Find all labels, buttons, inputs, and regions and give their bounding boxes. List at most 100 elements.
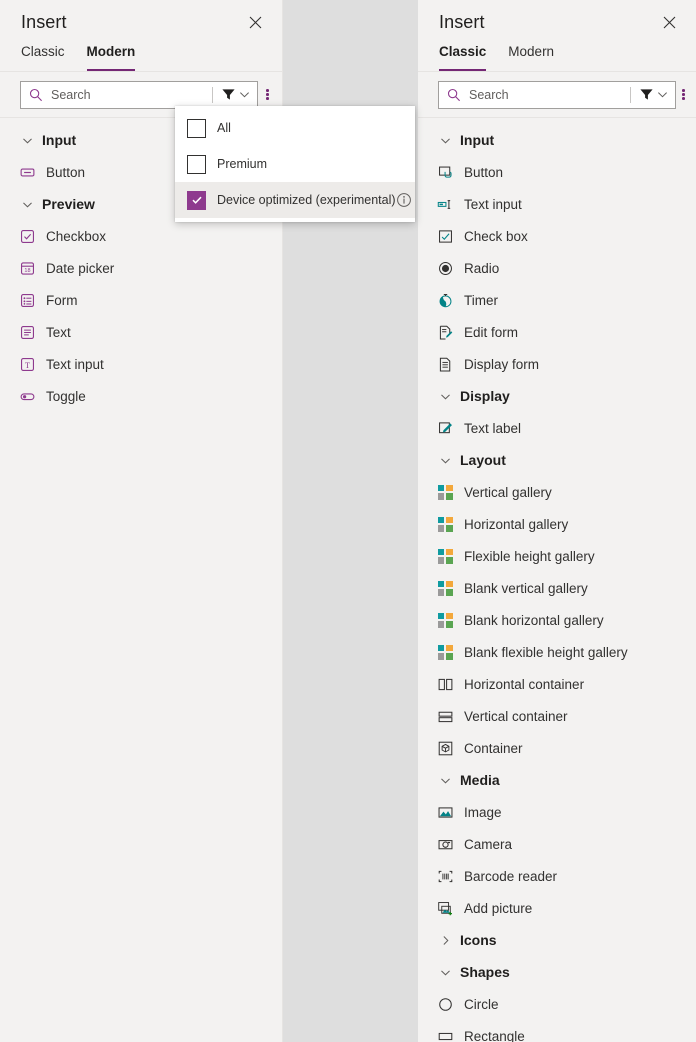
gallery-grid [438,517,453,532]
tab-modern[interactable]: Modern [87,44,136,71]
list-item-toggle[interactable]: Toggle [0,380,282,412]
chevron-down-icon-right [657,89,668,100]
filter-checkbox[interactable] [187,155,206,174]
list-item-label: Toggle [46,389,86,404]
gallery-grid [438,485,453,500]
list-item-text[interactable]: Text [0,316,282,348]
chevron-down-icon [434,775,456,786]
list-item-rectangle[interactable]: Rectangle [418,1020,696,1042]
chevron-down-icon [16,199,38,210]
search-input-right[interactable] [469,88,630,102]
edit-form-icon [434,322,456,342]
list-item-circle[interactable]: Circle [418,988,696,1020]
filter-option-all[interactable]: All [175,110,415,146]
toggle-icon [16,386,38,406]
group-header-icons[interactable]: Icons [418,924,696,956]
search-icon-right [439,88,469,102]
list-item-checkbox[interactable]: Checkbox [0,220,282,252]
list-item-blank-flexible-height-gallery[interactable]: Blank flexible height gallery [418,636,696,668]
list-item-label: Circle [464,997,499,1012]
group-label: Media [460,772,500,788]
info-icon[interactable] [396,192,412,208]
filter-checkbox[interactable] [187,119,206,138]
list-item-label: Text label [464,421,521,436]
list-item-label: Flexible height gallery [464,549,595,564]
list-item-text-label[interactable]: Text label [418,412,696,444]
chevron-down-icon [434,455,456,466]
gallery-icon [434,514,456,534]
camera-icon [434,834,456,854]
vertical-container-icon [434,706,456,726]
filter-checkbox[interactable] [187,191,206,210]
add-picture-icon [434,898,456,918]
text-icon [16,322,38,342]
list-item-text-input[interactable]: TText input [0,348,282,380]
chevron-down-icon [434,391,456,402]
button-icon [16,162,38,182]
list-item-label: Button [464,165,503,180]
list-item-flexible-height-gallery[interactable]: Flexible height gallery [418,540,696,572]
timer-icon [434,290,456,310]
list-item-add-picture[interactable]: Add picture [418,892,696,924]
list-item-date-picker[interactable]: 18Date picker [0,252,282,284]
list-item-label: Check box [464,229,528,244]
list-item-label: Text [46,325,71,340]
filter-option-device-optimized-experimental[interactable]: Device optimized (experimental) [175,182,415,218]
gallery-grid [438,645,453,660]
list-item-label: Edit form [464,325,518,340]
search-box[interactable] [20,81,258,109]
chevron-down-icon [16,135,38,146]
panel-header-right: Insert [418,0,696,44]
list-item-button[interactable]: Button [418,156,696,188]
list-item-image[interactable]: Image [418,796,696,828]
list-item-horizontal-container[interactable]: Horizontal container [418,668,696,700]
filter-button-right[interactable] [631,82,675,108]
more-commands-button-right[interactable] [679,81,688,109]
list-item-camera[interactable]: Camera [418,828,696,860]
list-item-label: Radio [464,261,499,276]
tab-classic-right[interactable]: Classic [439,44,486,71]
search-box-right[interactable] [438,81,676,109]
list-item-horizontal-gallery[interactable]: Horizontal gallery [418,508,696,540]
filter-dropdown-menu[interactable]: All PremiumDevice optimized (experimental… [175,106,415,222]
group-header-display[interactable]: Display [418,380,696,412]
group-label: Input [42,132,76,148]
filter-option-premium[interactable]: Premium [175,146,415,182]
list-item-text-input[interactable]: Text input [418,188,696,220]
circle-icon [434,994,456,1014]
list-item-label: Text input [464,197,522,212]
list-item-label: Blank flexible height gallery [464,645,628,660]
list-item-label: Date picker [46,261,114,276]
container-icon [434,738,456,758]
list-item-display-form[interactable]: Display form [418,348,696,380]
text-label-icon [434,418,456,438]
close-icon-right[interactable] [656,9,682,35]
chevron-down-icon [434,135,456,146]
group-header-layout[interactable]: Layout [418,444,696,476]
close-icon[interactable] [242,9,268,35]
list-item-check-box[interactable]: Check box [418,220,696,252]
list-item-blank-vertical-gallery[interactable]: Blank vertical gallery [418,572,696,604]
list-item-container[interactable]: Container [418,732,696,764]
list-item-edit-form[interactable]: Edit form [418,316,696,348]
list-item-blank-horizontal-gallery[interactable]: Blank horizontal gallery [418,604,696,636]
list-item-timer[interactable]: Timer [418,284,696,316]
list-item-vertical-gallery[interactable]: Vertical gallery [418,476,696,508]
list-item-vertical-container[interactable]: Vertical container [418,700,696,732]
group-label: Shapes [460,964,510,980]
search-input[interactable] [51,88,212,102]
tab-modern-right[interactable]: Modern [508,44,554,71]
checkbox-icon [16,226,38,246]
list-item-radio[interactable]: Radio [418,252,696,284]
more-commands-button[interactable] [261,81,274,109]
filter-button[interactable] [213,82,257,108]
tabs-left: Classic Modern [0,44,282,72]
group-header-media[interactable]: Media [418,764,696,796]
group-header-shapes[interactable]: Shapes [418,956,696,988]
group-header-input[interactable]: Input [418,124,696,156]
page-title: Insert [21,12,242,33]
list-item-barcode-reader[interactable]: Barcode reader [418,860,696,892]
list-item-form[interactable]: Form [0,284,282,316]
filter-option-label: All [217,121,405,135]
tab-classic[interactable]: Classic [21,44,65,71]
